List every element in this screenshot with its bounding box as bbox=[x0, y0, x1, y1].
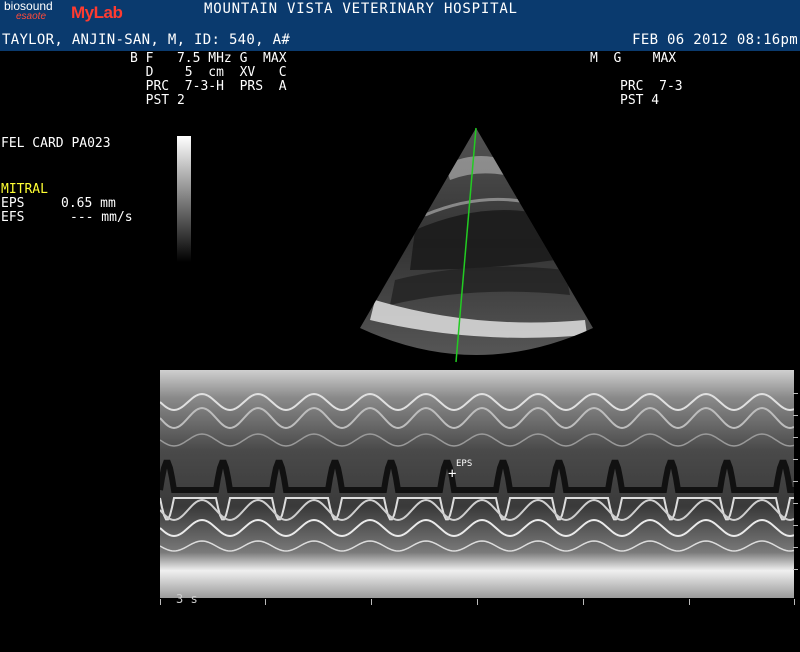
study-preset: FEL CARD PA023 bbox=[1, 136, 111, 151]
brand-mylab-logo: MyLab bbox=[71, 3, 123, 22]
time-tick bbox=[689, 599, 690, 605]
time-tick bbox=[583, 599, 584, 605]
caliper-crosshair-icon[interactable]: + bbox=[448, 467, 456, 481]
efs-value: --- mm/s bbox=[70, 210, 133, 225]
hospital-title: MOUNTAIN VISTA VETERINARY HOSPITAL bbox=[204, 1, 518, 17]
depth-tick bbox=[793, 547, 798, 548]
bmode-sector-image[interactable] bbox=[355, 120, 600, 368]
bmode-param-row-3: PRC 7-3-H PRS A bbox=[130, 79, 287, 94]
bmode-param-row-4: PST 2 bbox=[130, 93, 185, 108]
depth-tick bbox=[793, 393, 798, 394]
measurement-section: MITRAL bbox=[1, 182, 48, 197]
mmode-param-row-1: M G MAX bbox=[590, 51, 677, 66]
depth-tick bbox=[793, 481, 798, 482]
brand-esaote-logo: esaote bbox=[16, 11, 47, 22]
eps-label: EPS bbox=[1, 196, 25, 211]
mmode-trace-image[interactable] bbox=[160, 370, 794, 598]
depth-tick bbox=[793, 459, 798, 460]
eps-value: 0.65 mm bbox=[61, 196, 116, 211]
grayscale-bar bbox=[177, 136, 191, 262]
depth-tick bbox=[793, 503, 798, 504]
bmode-param-row-1: B F 7.5 MHz G MAX bbox=[130, 51, 287, 66]
efs-label: EFS bbox=[1, 210, 25, 225]
time-tick bbox=[265, 599, 266, 605]
depth-tick bbox=[793, 525, 798, 526]
caliper-label: EPS bbox=[456, 459, 473, 469]
time-tick bbox=[794, 599, 795, 605]
mmode-param-row-3: PST 4 bbox=[620, 93, 660, 108]
exam-datetime: FEB 06 2012 08:16pm bbox=[632, 32, 798, 48]
bmode-param-row-2: D 5 cm XV C bbox=[130, 65, 287, 80]
mmode-param-row-2: PRC 7-3 bbox=[620, 79, 683, 94]
time-tick bbox=[477, 599, 478, 605]
patient-info: TAYLOR, ANJIN-SAN, M, ID: 540, A# bbox=[2, 32, 291, 48]
time-tick bbox=[160, 599, 161, 605]
time-tick bbox=[371, 599, 372, 605]
time-scale-label: 3 s bbox=[176, 592, 198, 606]
depth-tick bbox=[793, 437, 798, 438]
depth-tick bbox=[793, 569, 798, 570]
depth-tick bbox=[793, 415, 798, 416]
